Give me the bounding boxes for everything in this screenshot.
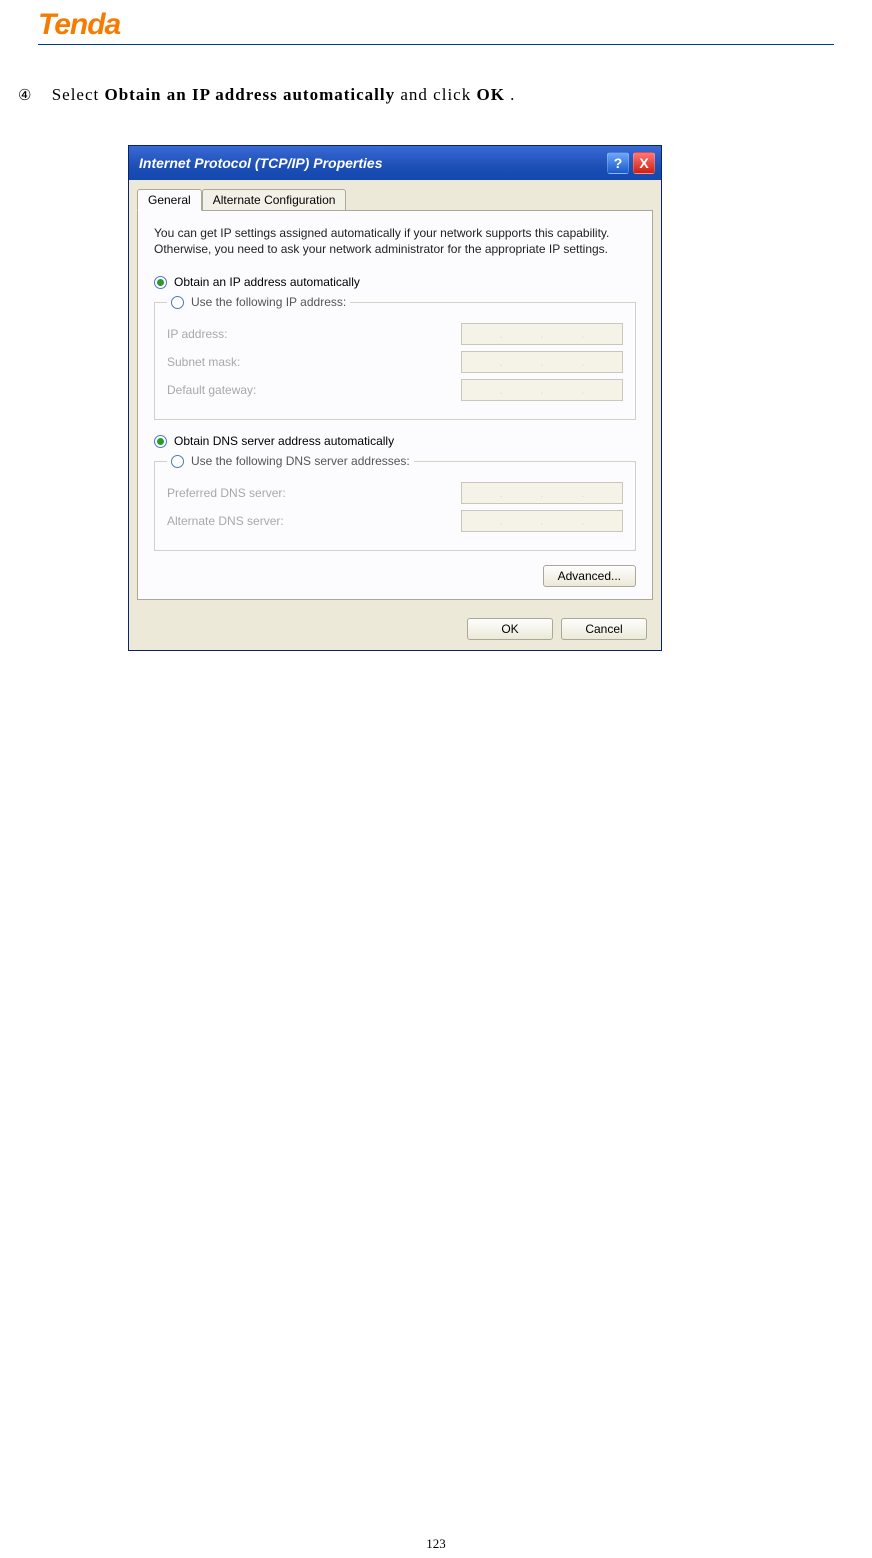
gateway-input: ... [461,379,623,401]
radio-obtain-dns-row[interactable]: Obtain DNS server address automatically [154,434,636,448]
radio-unselected-icon[interactable] [171,296,184,309]
text-mid: and click [400,85,476,104]
titlebar[interactable]: Internet Protocol (TCP/IP) Properties ? … [129,146,661,180]
page-number: 123 [0,1536,872,1552]
tab-general[interactable]: General [137,189,202,211]
radio-use-dns-row[interactable]: Use the following DNS server addresses: [167,454,414,468]
tab-panel: You can get IP settings assigned automat… [137,210,653,600]
subnet-input: ... [461,351,623,373]
description-text: You can get IP settings assigned automat… [154,225,636,257]
dns-group: Use the following DNS server addresses: … [154,454,636,551]
close-icon[interactable]: X [633,152,655,174]
radio-selected-icon[interactable] [154,435,167,448]
ip-address-input: ... [461,323,623,345]
text-bold-obtain: Obtain an IP address automatically [105,85,396,104]
radio-use-dns-label: Use the following DNS server addresses: [191,454,410,468]
instruction-line: ④ Select Obtain an IP address automatica… [18,85,834,105]
radio-use-ip-row[interactable]: Use the following IP address: [167,295,350,309]
step-number: ④ [18,88,32,104]
radio-obtain-dns-label: Obtain DNS server address automatically [174,434,394,448]
dialog-window: Internet Protocol (TCP/IP) Properties ? … [128,145,662,651]
dialog-button-bar: OK Cancel [129,608,661,650]
tab-alternate[interactable]: Alternate Configuration [202,189,347,211]
radio-selected-icon[interactable] [154,276,167,289]
radio-obtain-ip-label: Obtain an IP address automatically [174,275,360,289]
text-pre: Select [52,85,105,104]
alternate-dns-input: ... [461,510,623,532]
help-icon[interactable]: ? [607,152,629,174]
preferred-dns-input: ... [461,482,623,504]
tab-strip: General Alternate Configuration [129,180,661,210]
radio-use-ip-label: Use the following IP address: [191,295,346,309]
ip-group: Use the following IP address: IP address… [154,295,636,420]
ok-button[interactable]: OK [467,618,553,640]
text-end: . [510,85,515,104]
brand-logo: Tenda [38,8,834,42]
dialog-title: Internet Protocol (TCP/IP) Properties [139,155,382,171]
advanced-button[interactable]: Advanced... [543,565,636,587]
label-subnet: Subnet mask: [167,355,240,369]
radio-obtain-ip-row[interactable]: Obtain an IP address automatically [154,275,636,289]
radio-unselected-icon[interactable] [171,455,184,468]
label-ip-address: IP address: [167,327,227,341]
text-bold-ok: OK [476,85,504,104]
label-gateway: Default gateway: [167,383,256,397]
cancel-button[interactable]: Cancel [561,618,647,640]
label-preferred-dns: Preferred DNS server: [167,486,286,500]
divider [38,44,834,45]
label-alternate-dns: Alternate DNS server: [167,514,284,528]
